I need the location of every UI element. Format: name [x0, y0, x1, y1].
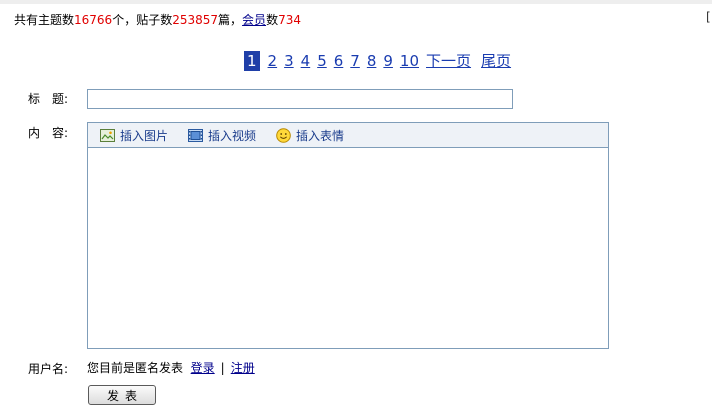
title-input[interactable] — [87, 89, 513, 109]
stats-posts-label: 个，贴子数 — [112, 13, 173, 27]
login-link[interactable]: 登录 — [191, 361, 215, 375]
link-separator: | — [220, 361, 225, 375]
page-8[interactable]: 8 — [367, 51, 377, 71]
page-6[interactable]: 6 — [334, 51, 344, 71]
content-editor: 插入图片 插入视频 插入表情 — [87, 122, 609, 349]
page-4[interactable]: 4 — [301, 51, 311, 71]
stats-topics-count: 16766 — [74, 13, 113, 27]
image-icon — [100, 128, 115, 142]
insert-emoticon-button[interactable]: 插入表情 — [276, 127, 344, 144]
next-page-link[interactable]: 下一页 — [426, 51, 471, 71]
title-label: 标 题: — [28, 92, 69, 106]
smiley-icon — [276, 127, 291, 143]
page-10[interactable]: 10 — [400, 51, 419, 71]
stats-members-label: 数 — [266, 13, 279, 27]
page-7[interactable]: 7 — [350, 51, 360, 71]
anonymous-text: 您目前是匿名发表 — [87, 361, 184, 375]
insert-emoticon-label: 插入表情 — [296, 128, 345, 143]
video-icon — [188, 128, 204, 142]
page-1[interactable]: 1 — [244, 51, 260, 71]
edge-glyph: [ — [706, 10, 711, 24]
editor-toolbar: 插入图片 插入视频 插入表情 — [88, 123, 608, 148]
stats-topics-label: 共有主题数 — [14, 13, 75, 27]
username-label: 用户名: — [28, 362, 69, 376]
content-label: 内 容: — [28, 126, 69, 140]
insert-video-label: 插入视频 — [208, 128, 257, 143]
insert-image-button[interactable]: 插入图片 — [100, 127, 168, 144]
page-5[interactable]: 5 — [317, 51, 327, 71]
page-3[interactable]: 3 — [284, 51, 294, 71]
last-page-link[interactable]: 尾页 — [481, 51, 511, 71]
stats-posts-unit: 篇， — [218, 13, 243, 27]
insert-image-label: 插入图片 — [120, 128, 169, 143]
forum-stats: 共有主题数16766个，贴子数253857篇，会员数734 — [14, 11, 301, 28]
stats-posts-count: 253857 — [172, 13, 219, 27]
members-link[interactable]: 会员 — [242, 13, 266, 27]
content-textarea[interactable] — [88, 148, 608, 348]
user-status: 您目前是匿名发表 登录 | 注册 — [87, 359, 255, 376]
page-9[interactable]: 9 — [383, 51, 393, 71]
submit-button[interactable]: 发表 — [88, 385, 156, 405]
page-2[interactable]: 2 — [268, 51, 278, 71]
stats-members-count: 734 — [278, 13, 301, 27]
register-link[interactable]: 注册 — [231, 361, 255, 375]
top-bar — [0, 0, 712, 4]
pagination: 1 2 3 4 5 6 7 8 9 10 下一页 尾页 — [244, 51, 521, 71]
insert-video-button[interactable]: 插入视频 — [188, 127, 256, 144]
